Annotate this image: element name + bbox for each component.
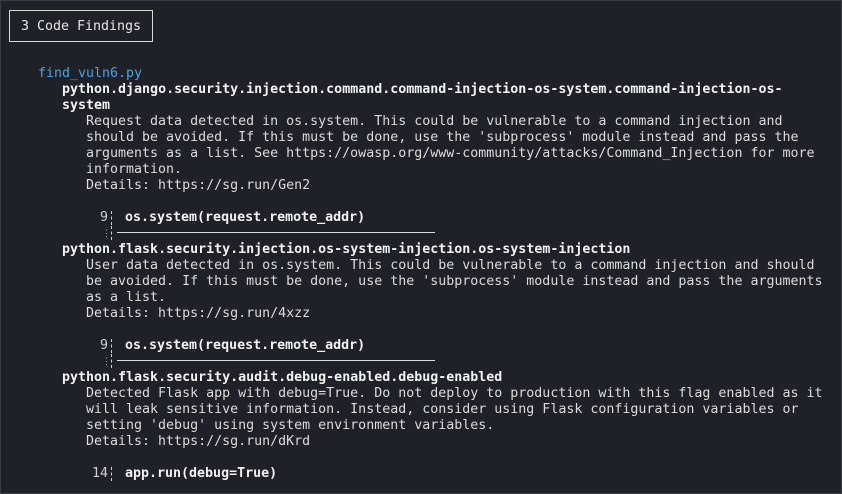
- findings-output: find_vuln6.py python.django.security.inje…: [0, 66, 842, 482]
- gutter-bar: [111, 339, 112, 353]
- finding-separator: ⋮: [0, 354, 842, 370]
- line-number: 14: [91, 466, 108, 481]
- finding-message: will leak sensitive information. Instead…: [86, 402, 799, 417]
- code-line: 9 os.system(request.remote_addr): [0, 338, 842, 354]
- gutter-bar: [111, 226, 112, 240]
- finding-message: be avoided. If this must be done, use th…: [86, 274, 823, 289]
- divider: [117, 360, 435, 361]
- code-line: 9 os.system(request.remote_addr): [0, 210, 842, 226]
- gutter-bar: [111, 354, 112, 368]
- finding-message: Request data detected in os.system. This…: [86, 114, 783, 129]
- rule-id: system: [62, 98, 111, 113]
- ellipsis-icon: ⋮: [102, 357, 111, 367]
- finding-message: Detected Flask app with debug=True. Do n…: [86, 386, 823, 401]
- finding-message: setting 'debug' using system environment…: [86, 418, 495, 433]
- details-link: Details: https://sg.run/4xzz: [86, 306, 311, 321]
- gutter-bar: [111, 467, 112, 481]
- finding-message: information.: [86, 162, 183, 177]
- code-snippet: app.run(debug=True): [125, 466, 278, 481]
- finding-message: arguments as a list. See https://owasp.o…: [86, 146, 815, 161]
- ellipsis-icon: ⋮: [102, 229, 111, 239]
- details-link: Details: https://sg.run/dKrd: [86, 434, 311, 449]
- rule-id: python.flask.security.audit.debug-enable…: [62, 370, 503, 385]
- finding-message: User data detected in os.system. This co…: [86, 258, 815, 273]
- code-snippet: os.system(request.remote_addr): [125, 338, 366, 353]
- rule-id: python.flask.security.injection.os-syste…: [62, 242, 631, 257]
- title-text: 3 Code Findings: [20, 18, 142, 34]
- rule-id: python.django.security.injection.command…: [62, 82, 783, 97]
- details-link: Details: https://sg.run/Gen2: [86, 178, 311, 193]
- code-line: 14 app.run(debug=True): [0, 466, 842, 482]
- line-number: 9: [99, 210, 108, 225]
- gutter-bar: [111, 211, 112, 225]
- findings-count-title: 3 Code Findings: [9, 10, 153, 42]
- finding-message: should be avoided. If this must be done,…: [86, 130, 799, 145]
- finding-separator: ⋮: [0, 226, 842, 242]
- line-number: 9: [99, 338, 108, 353]
- code-snippet: os.system(request.remote_addr): [125, 210, 366, 225]
- divider: [117, 232, 435, 233]
- file-name: find_vuln6.py: [38, 66, 143, 81]
- finding-message: as a list.: [86, 290, 167, 305]
